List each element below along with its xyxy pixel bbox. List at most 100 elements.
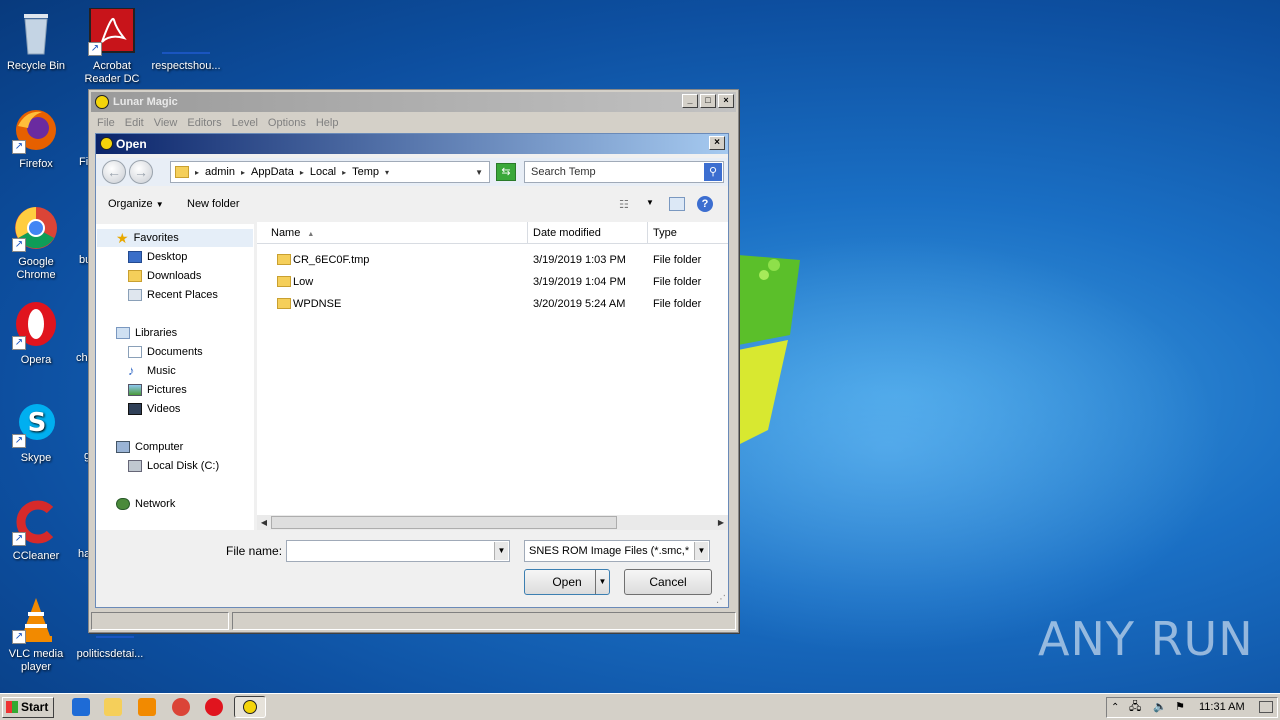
- desktop-icon-recycle-bin[interactable]: Recycle Bin: [0, 8, 72, 73]
- menu-bar: File Edit View Editors Level Options Hel…: [89, 114, 738, 132]
- menu-level[interactable]: Level: [228, 114, 264, 132]
- maximize-button[interactable]: □: [700, 94, 716, 108]
- nav-favorites[interactable]: ★ Favorites: [116, 229, 179, 247]
- close-button[interactable]: ×: [718, 94, 734, 108]
- chevron-down-icon[interactable]: ▾: [385, 168, 389, 177]
- show-hidden-icons-icon[interactable]: ⌃: [1111, 698, 1119, 717]
- desktop-icon-skype[interactable]: S ↗ Skype: [0, 400, 72, 465]
- vlc-icon: ↗: [12, 596, 60, 644]
- folder-icon: [277, 276, 291, 287]
- chrome-icon[interactable]: [172, 698, 190, 716]
- desktop-icon-firefox[interactable]: ↗ Firefox: [0, 106, 72, 171]
- start-button[interactable]: Start: [2, 697, 54, 718]
- file-name-input[interactable]: ▼: [286, 540, 510, 562]
- forward-button[interactable]: →: [129, 160, 153, 184]
- view-dropdown-icon[interactable]: ▼: [646, 198, 654, 207]
- command-bar: Organize ▼ New folder ☷ ▼ ?: [96, 192, 728, 220]
- view-options-icon[interactable]: ☷: [619, 198, 629, 211]
- clock[interactable]: 11:31 AM: [1199, 698, 1245, 717]
- nav-music[interactable]: ♪ Music: [128, 362, 176, 380]
- menu-editors[interactable]: Editors: [183, 114, 227, 132]
- pictures-icon: [128, 384, 142, 396]
- refresh-button[interactable]: ⇆: [496, 163, 516, 181]
- scroll-right-icon[interactable]: ▶: [714, 515, 728, 530]
- column-header-date[interactable]: Date modified: [528, 222, 648, 244]
- nav-network[interactable]: Network: [116, 495, 175, 513]
- nav-pictures[interactable]: Pictures: [128, 381, 187, 399]
- show-desktop-icon[interactable]: [1259, 701, 1273, 713]
- network-icon[interactable]: 🖧: [1129, 698, 1141, 717]
- window-title: Lunar Magic: [113, 96, 178, 108]
- file-type-filter[interactable]: SNES ROM Image Files (*.smc,* ▼: [524, 540, 710, 562]
- breadcrumb-local[interactable]: Local: [310, 166, 336, 178]
- explorer-icon[interactable]: [104, 698, 122, 716]
- breadcrumb-appdata[interactable]: AppData: [251, 166, 294, 178]
- column-header-type[interactable]: Type: [648, 222, 728, 244]
- scrollbar-thumb[interactable]: [271, 516, 617, 529]
- chevron-down-icon[interactable]: ▼: [494, 542, 508, 560]
- chevron-down-icon: ▼: [155, 200, 164, 209]
- volume-icon[interactable]: 🔈: [1153, 698, 1167, 717]
- desktop-icon-chrome[interactable]: ↗ Google Chrome: [0, 204, 72, 282]
- help-icon[interactable]: ?: [697, 196, 713, 212]
- scroll-left-icon[interactable]: ◀: [257, 515, 271, 530]
- desktop-icon-file[interactable]: respectshou...: [150, 8, 222, 73]
- chevron-right-icon[interactable]: ▸: [241, 168, 245, 177]
- desktop-icon-acrobat[interactable]: ↗ Acrobat Reader DC: [76, 7, 148, 86]
- table-row[interactable]: Low 3/19/2019 1:04 PM File folder: [257, 271, 728, 293]
- star-icon: ★: [116, 230, 129, 246]
- table-row[interactable]: WPDNSE 3/20/2019 5:24 AM File folder: [257, 293, 728, 315]
- nav-desktop[interactable]: Desktop: [128, 248, 187, 266]
- organize-button[interactable]: Organize ▼: [108, 198, 164, 210]
- table-row[interactable]: CR_6EC0F.tmp 3/19/2019 1:03 PM File fold…: [257, 249, 728, 271]
- desktop-icon-opera[interactable]: ↗ Opera: [0, 302, 72, 367]
- svg-text:S: S: [28, 408, 47, 438]
- menu-edit[interactable]: Edit: [121, 114, 150, 132]
- chevron-down-icon[interactable]: ▼: [694, 542, 708, 560]
- breadcrumb-temp[interactable]: Temp: [352, 166, 379, 178]
- menu-options[interactable]: Options: [264, 114, 312, 132]
- opera-icon[interactable]: [205, 698, 223, 716]
- new-folder-button[interactable]: New folder: [187, 198, 240, 210]
- column-header-name[interactable]: Name ▲: [257, 222, 528, 244]
- chevron-right-icon[interactable]: ▸: [300, 168, 304, 177]
- horizontal-scrollbar[interactable]: ◀ ▶: [257, 515, 728, 530]
- nav-documents[interactable]: Documents: [128, 343, 203, 361]
- internet-explorer-icon[interactable]: [72, 698, 90, 716]
- open-button[interactable]: Open ▼: [524, 569, 610, 595]
- nav-local-disk[interactable]: Local Disk (C:): [128, 457, 219, 475]
- nav-libraries[interactable]: Libraries: [116, 324, 177, 342]
- opera-icon: ↗: [12, 302, 60, 350]
- media-player-icon[interactable]: [138, 698, 156, 716]
- minimize-button[interactable]: _: [682, 94, 698, 108]
- menu-file[interactable]: File: [93, 114, 121, 132]
- lunar-magic-titlebar[interactable]: Lunar Magic _ □ ×: [91, 92, 736, 112]
- open-dropdown-icon[interactable]: ▼: [595, 570, 609, 594]
- dialog-close-button[interactable]: ×: [709, 136, 725, 150]
- address-bar[interactable]: ▸ admin ▸ AppData ▸ Local ▸ Temp ▾ ▼: [170, 161, 490, 183]
- resize-grip-icon[interactable]: ⋰: [716, 594, 726, 605]
- search-input[interactable]: Search Temp ⚲: [524, 161, 724, 183]
- menu-help[interactable]: Help: [312, 114, 345, 132]
- desktop-icon-ccleaner[interactable]: ↗ CCleaner: [0, 498, 72, 563]
- back-button[interactable]: ←: [102, 160, 126, 184]
- shortcut-arrow-icon: ↗: [12, 336, 26, 350]
- search-icon[interactable]: ⚲: [704, 163, 722, 181]
- nav-downloads[interactable]: Downloads: [128, 267, 201, 285]
- desktop-icon-label: respectshou...: [151, 60, 221, 72]
- nav-videos[interactable]: Videos: [128, 400, 180, 418]
- menu-view[interactable]: View: [150, 114, 184, 132]
- breadcrumb-admin[interactable]: admin: [205, 166, 235, 178]
- lunar-magic-taskbar-button[interactable]: [234, 696, 266, 718]
- chevron-right-icon[interactable]: ▸: [342, 168, 346, 177]
- cancel-button[interactable]: Cancel: [624, 569, 712, 595]
- nav-computer[interactable]: Computer: [116, 438, 183, 456]
- flag-icon[interactable]: ⚑: [1175, 698, 1185, 717]
- search-placeholder: Search Temp: [531, 166, 596, 178]
- preview-pane-icon[interactable]: [669, 197, 685, 211]
- dialog-titlebar[interactable]: Open ×: [96, 134, 728, 154]
- address-dropdown-icon[interactable]: ▼: [475, 168, 483, 177]
- nav-recent-places[interactable]: Recent Places: [128, 286, 218, 304]
- desktop-icon-vlc[interactable]: ↗ VLC media player: [0, 596, 72, 674]
- firefox-icon: ↗: [12, 106, 60, 154]
